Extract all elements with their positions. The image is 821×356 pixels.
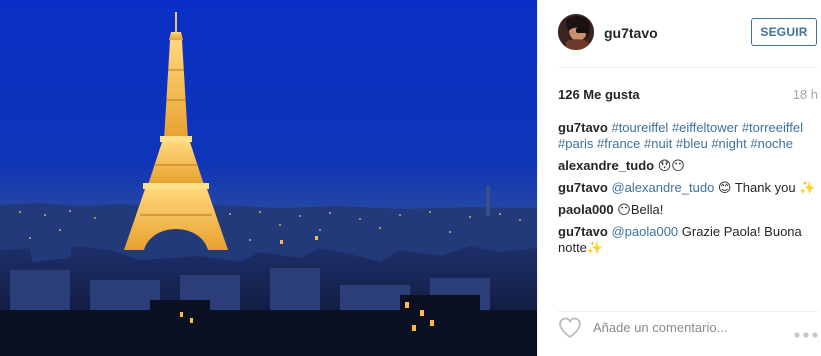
caption: gu7tavo #toureiffel #eiffeltower #torree…	[558, 120, 816, 152]
hashtag-link[interactable]: #eiffeltower	[672, 120, 738, 135]
hashtag-link[interactable]: #nuit	[644, 136, 672, 151]
hashtag-link[interactable]: #bleu	[676, 136, 708, 151]
post-author-username[interactable]: gu7tavo	[604, 25, 658, 41]
comment: alexandre_tudo 😯😶	[558, 158, 816, 174]
comment-username[interactable]: alexandre_tudo	[558, 158, 654, 173]
hashtag-link[interactable]: #torreeiffel	[742, 120, 803, 135]
hashtag-link[interactable]: #paris	[558, 136, 593, 151]
likes-row: 126 Me gusta 18 h	[558, 87, 818, 103]
post-photo[interactable]	[0, 0, 537, 356]
comment-username[interactable]: gu7tavo	[558, 180, 608, 195]
avatar[interactable]	[558, 14, 594, 50]
comment-username[interactable]: paola000	[558, 202, 614, 217]
comments-list: gu7tavo #toureiffel #eiffeltower #torree…	[558, 120, 816, 262]
mention-link[interactable]: @alexandre_tudo	[611, 180, 714, 195]
comment: paola000 😶Bella!	[558, 202, 816, 218]
divider	[558, 311, 818, 312]
post-time[interactable]: 18 h	[793, 87, 818, 102]
likes-count[interactable]: 126 Me gusta	[558, 87, 640, 102]
follow-button[interactable]: SEGUIR	[751, 18, 817, 46]
post-header: gu7tavo SEGUIR	[558, 14, 818, 54]
eiffel-tower-photo	[0, 0, 537, 356]
comment: gu7tavo @paola000 Grazie Paola! Buona no…	[558, 224, 816, 256]
hashtag-link[interactable]: #toureiffel	[611, 120, 668, 135]
post-details-panel: gu7tavo SEGUIR 126 Me gusta 18 h gu7tavo…	[537, 0, 821, 356]
add-comment-input[interactable]: Añade un comentario...	[593, 320, 727, 335]
comment-username[interactable]: gu7tavo	[558, 224, 608, 239]
hashtag-link[interactable]: #france	[597, 136, 640, 151]
divider	[558, 67, 818, 68]
caption-username[interactable]: gu7tavo	[558, 120, 608, 135]
mention-link[interactable]: @paola000	[611, 224, 678, 239]
heart-icon[interactable]	[558, 317, 582, 339]
hashtag-link[interactable]: #night	[711, 136, 746, 151]
avatar-image	[558, 14, 594, 50]
hashtag-link[interactable]: #noche	[750, 136, 793, 151]
comment-text: 😊 Thank you ✨	[717, 180, 816, 195]
comment: gu7tavo @alexandre_tudo 😊 Thank you ✨	[558, 180, 816, 196]
comment-text: 😶Bella!	[617, 202, 664, 217]
comment-text: 😯😶	[657, 158, 685, 173]
more-options-icon[interactable]	[794, 325, 818, 338]
